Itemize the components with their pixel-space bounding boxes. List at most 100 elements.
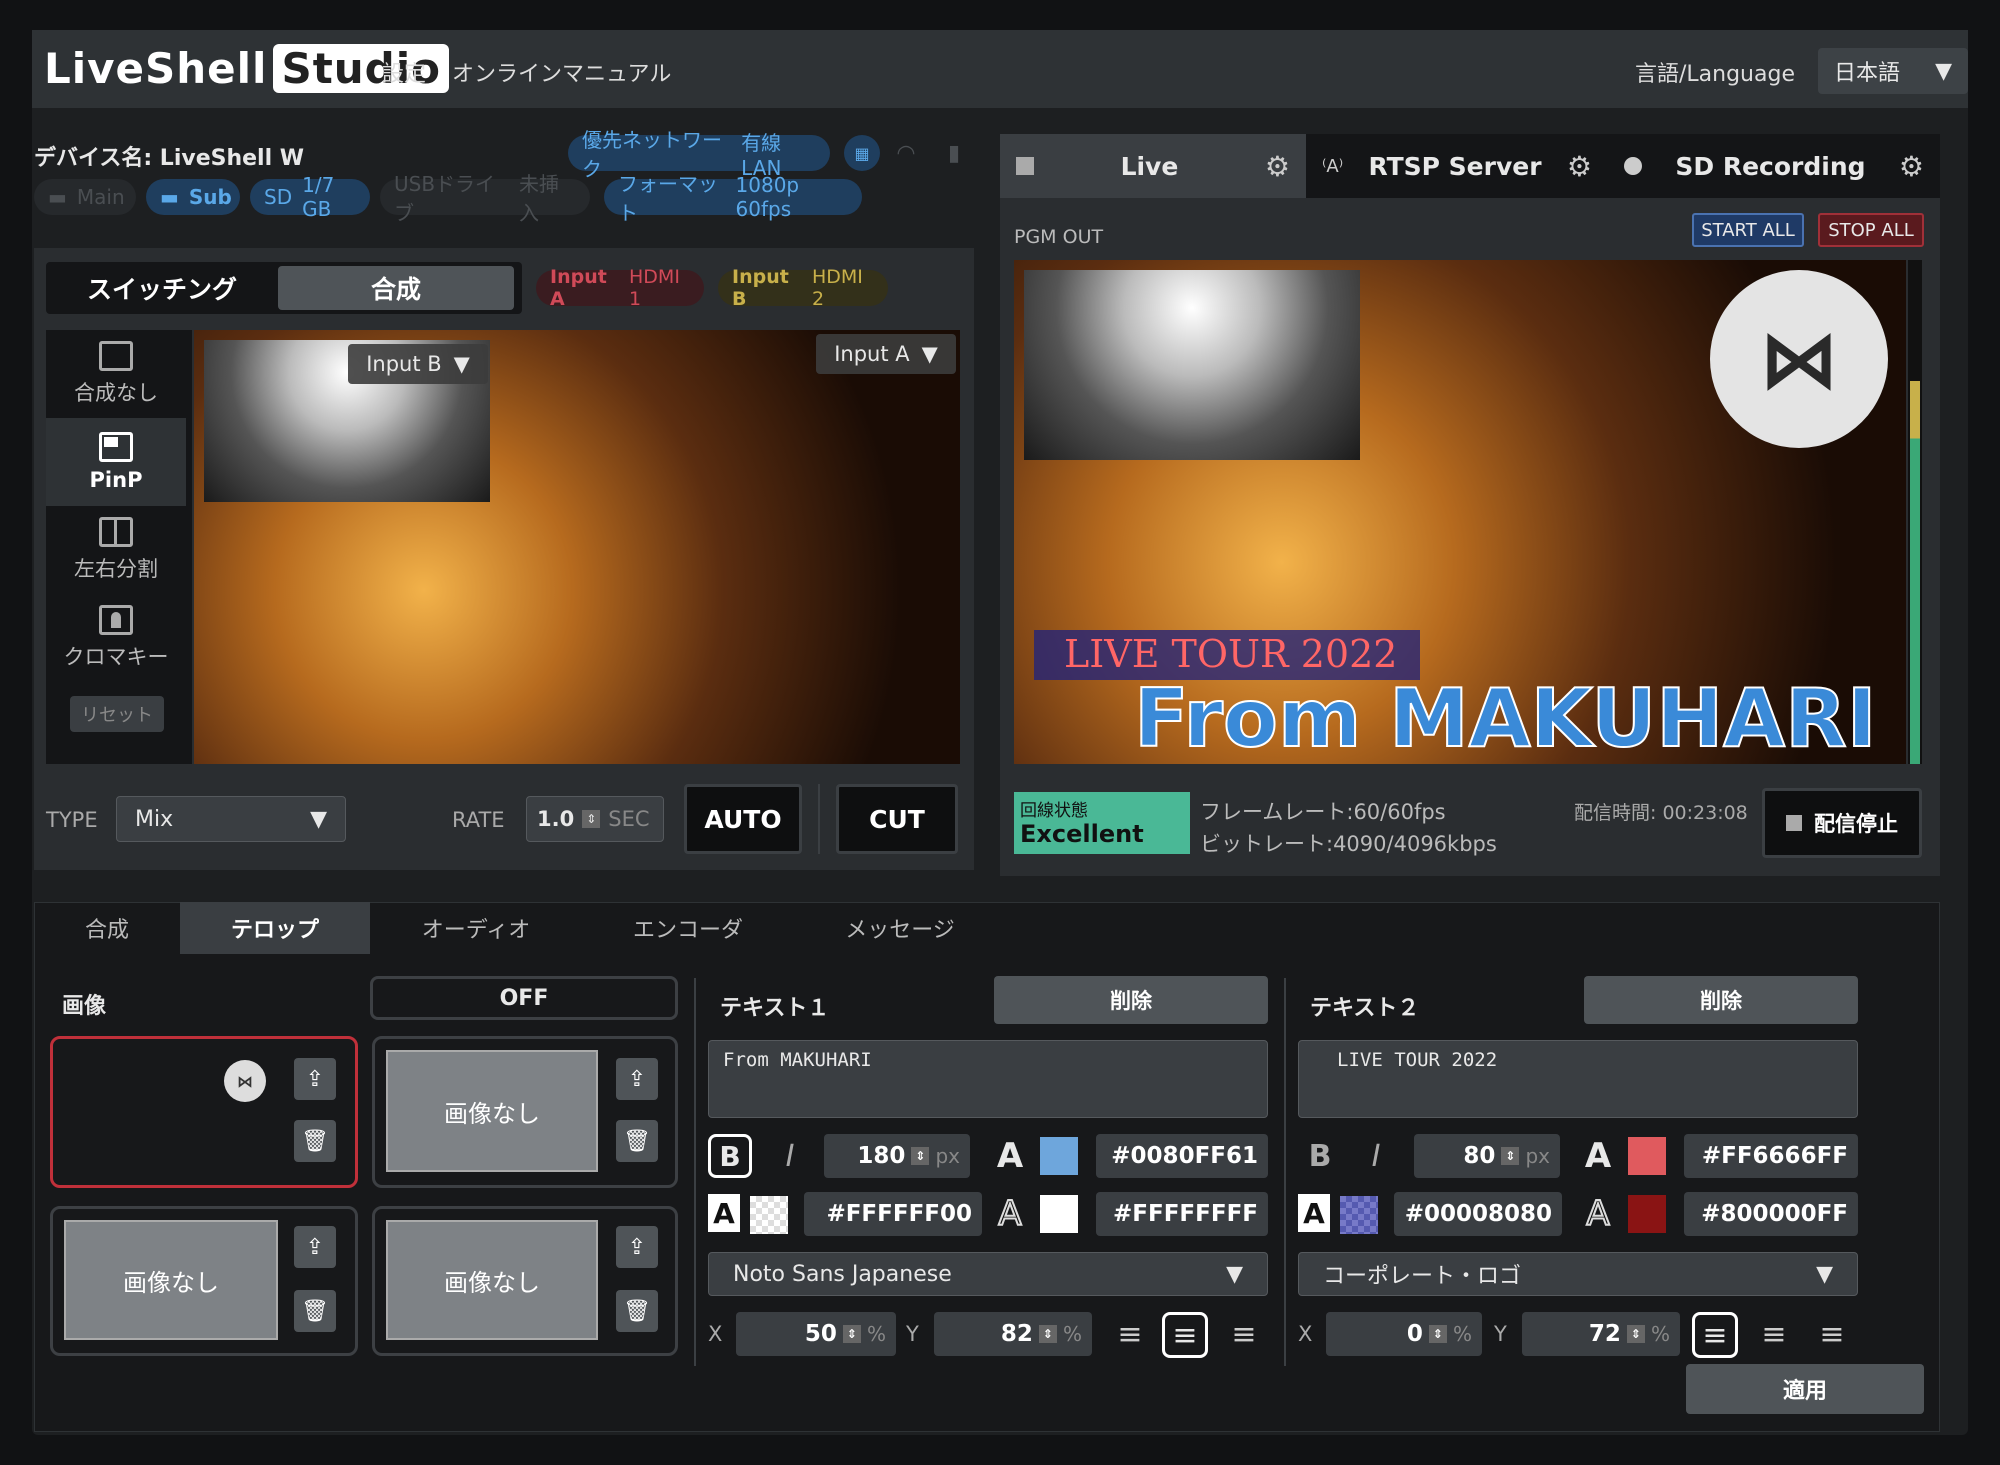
bold-icon[interactable]: B	[1298, 1134, 1342, 1178]
upload-icon[interactable]: ⇪	[616, 1058, 658, 1100]
italic-icon[interactable]: I	[768, 1134, 812, 1178]
stepper-icon[interactable]: ⇕	[1428, 1325, 1447, 1343]
text1-bg-input[interactable]: #FFFFFF00	[804, 1192, 982, 1236]
text2-font-select[interactable]: コーポレート・ロゴ ▼	[1298, 1252, 1858, 1296]
text2-size-input[interactable]: 80 ⇕ px	[1414, 1134, 1560, 1178]
trash-icon[interactable]: 🗑	[616, 1290, 658, 1332]
align-right-icon[interactable]: ≡	[1810, 1312, 1854, 1356]
text1-color-swatch[interactable]	[1040, 1137, 1078, 1175]
tab-switching[interactable]: スイッチング	[46, 262, 278, 314]
camera-icon: ▬	[48, 185, 67, 209]
rate-input[interactable]: 1.0 ⇕ SEC	[526, 796, 664, 842]
image-off-toggle[interactable]: OFF	[370, 976, 678, 1020]
stepper-icon[interactable]: ⇕	[1038, 1325, 1057, 1343]
reset-button[interactable]: リセット	[70, 696, 164, 732]
align-right-icon[interactable]: ≡	[1222, 1312, 1266, 1356]
text1-outline-swatch[interactable]	[1040, 1195, 1078, 1233]
tab-telop[interactable]: テロップ	[180, 902, 370, 954]
tab-encoder[interactable]: エンコーダ	[582, 902, 794, 954]
mode-none[interactable]: 合成なし	[46, 330, 186, 418]
tab-compose[interactable]: 合成	[278, 266, 514, 310]
stop-all-button[interactable]: STOP ALL	[1818, 213, 1924, 247]
text1-outline-input[interactable]: #FFFFFFFF	[1096, 1192, 1268, 1236]
mode-split[interactable]: 左右分割	[46, 506, 186, 594]
text2-color-swatch[interactable]	[1628, 1137, 1666, 1175]
trash-icon[interactable]: 🗑	[294, 1290, 336, 1332]
bold-icon[interactable]: B	[708, 1134, 752, 1178]
text2-bg-input[interactable]: #00008080	[1394, 1192, 1562, 1236]
mode-chromakey[interactable]: クロマキー	[46, 594, 186, 682]
stepper-icon[interactable]: ⇕	[1626, 1325, 1645, 1343]
tab-message[interactable]: メッセージ	[794, 902, 1006, 954]
align-left-icon[interactable]: ≡	[1692, 1312, 1738, 1358]
start-all-button[interactable]: START ALL	[1692, 213, 1804, 247]
gear-icon[interactable]: ⚙	[1265, 150, 1290, 183]
compose-mode-list: 合成なし PinP 左右分割 クロマキー リセット	[46, 330, 192, 764]
tab-compose-settings[interactable]: 合成	[34, 902, 180, 954]
tab-live[interactable]: Live ⚙	[1000, 134, 1306, 198]
stepper-icon[interactable]: ⇕	[911, 1147, 930, 1165]
brand-logo-icon: ⋈	[1710, 270, 1888, 448]
text1-font-select[interactable]: Noto Sans Japanese ▼	[708, 1252, 1268, 1296]
auto-button[interactable]: AUTO	[684, 784, 802, 854]
text1-y-input[interactable]: 82 ⇕%	[934, 1312, 1092, 1356]
sub-source-badge[interactable]: ▬ Sub	[146, 179, 240, 215]
apply-button[interactable]: 適用	[1686, 1364, 1924, 1414]
text-outline-icon: A	[1585, 1193, 1610, 1235]
language-select[interactable]: 日本語 ▼	[1818, 48, 1968, 94]
text1-x-input[interactable]: 50 ⇕%	[736, 1312, 896, 1356]
text-color-icon: A	[996, 1136, 1024, 1176]
text2-x-input[interactable]: 0 ⇕%	[1326, 1312, 1482, 1356]
cut-button[interactable]: CUT	[836, 784, 958, 854]
align-left-icon[interactable]: ≡	[1108, 1312, 1152, 1356]
align-center-icon[interactable]: ≡	[1162, 1312, 1208, 1358]
stepper-icon[interactable]: ⇕	[1501, 1147, 1520, 1165]
mode-pinp[interactable]: PinP	[46, 418, 186, 506]
stepper-icon[interactable]: ⇕	[842, 1325, 861, 1343]
gear-icon[interactable]: ⚙	[1567, 150, 1592, 183]
gear-icon[interactable]: ⚙	[1899, 150, 1924, 183]
text1-size-input[interactable]: 180 ⇕ px	[824, 1134, 970, 1178]
switcher-tabs: スイッチング 合成	[46, 262, 522, 314]
text2-y-input[interactable]: 72 ⇕%	[1522, 1312, 1680, 1356]
menu-online-manual[interactable]: オンラインマニュアル	[452, 56, 671, 88]
stepper-icon[interactable]: ⇕	[582, 810, 601, 828]
stop-icon	[1016, 157, 1034, 175]
chevron-down-icon: ▼	[1816, 1261, 1833, 1287]
trash-icon[interactable]: 🗑	[294, 1120, 336, 1162]
upload-icon[interactable]: ⇪	[294, 1058, 336, 1100]
text1-bg-swatch[interactable]	[750, 1196, 788, 1234]
image-label: 画像	[62, 994, 107, 1019]
text1-delete-button[interactable]: 削除	[994, 976, 1268, 1024]
text2-color-input[interactable]: #FF6666FF	[1684, 1134, 1858, 1178]
upload-icon[interactable]: ⇪	[616, 1226, 658, 1268]
text1-content-input[interactable]: From MAKUHARI	[708, 1040, 1268, 1118]
priority-network-badge[interactable]: 優先ネットワーク 有線LAN	[568, 128, 830, 181]
format-badge[interactable]: フォーマット 1080p 60fps	[604, 172, 862, 225]
chevron-down-icon: ▼	[1226, 1261, 1243, 1287]
text1-x-label: X	[708, 1322, 723, 1346]
antenna-icon: ⁽A⁾	[1322, 155, 1344, 177]
stop-stream-button[interactable]: 配信停止	[1762, 788, 1922, 858]
main-source-badge[interactable]: ▬ Main	[34, 179, 136, 215]
text1-color-input[interactable]: #0080FF61	[1096, 1134, 1268, 1178]
tab-audio[interactable]: オーディオ	[370, 902, 582, 954]
tab-rtsp[interactable]: ⁽A⁾ RTSP Server ⚙	[1306, 134, 1608, 198]
align-center-icon[interactable]: ≡	[1752, 1312, 1796, 1356]
divider	[694, 978, 696, 1366]
menu-settings[interactable]: 設定	[382, 56, 426, 88]
italic-icon[interactable]: I	[1354, 1134, 1398, 1178]
tab-sd-recording[interactable]: SD Recording ⚙	[1608, 134, 1940, 198]
text2-content-input[interactable]: LIVE TOUR 2022	[1298, 1040, 1858, 1118]
no-image-placeholder: 画像なし	[386, 1050, 598, 1172]
main-source-select[interactable]: Input A ▼	[816, 334, 956, 374]
text2-outline-swatch[interactable]	[1628, 1195, 1666, 1233]
trash-icon[interactable]: 🗑	[616, 1120, 658, 1162]
text2-bg-swatch[interactable]	[1340, 1196, 1378, 1234]
text2-delete-button[interactable]: 削除	[1584, 976, 1858, 1024]
upload-icon[interactable]: ⇪	[294, 1226, 336, 1268]
wifi-icon: ◠	[896, 140, 916, 166]
type-select[interactable]: Mix ▼	[116, 796, 346, 842]
text2-outline-input[interactable]: #800000FF	[1684, 1192, 1858, 1236]
pinp-source-select[interactable]: Input B ▼	[348, 344, 488, 384]
